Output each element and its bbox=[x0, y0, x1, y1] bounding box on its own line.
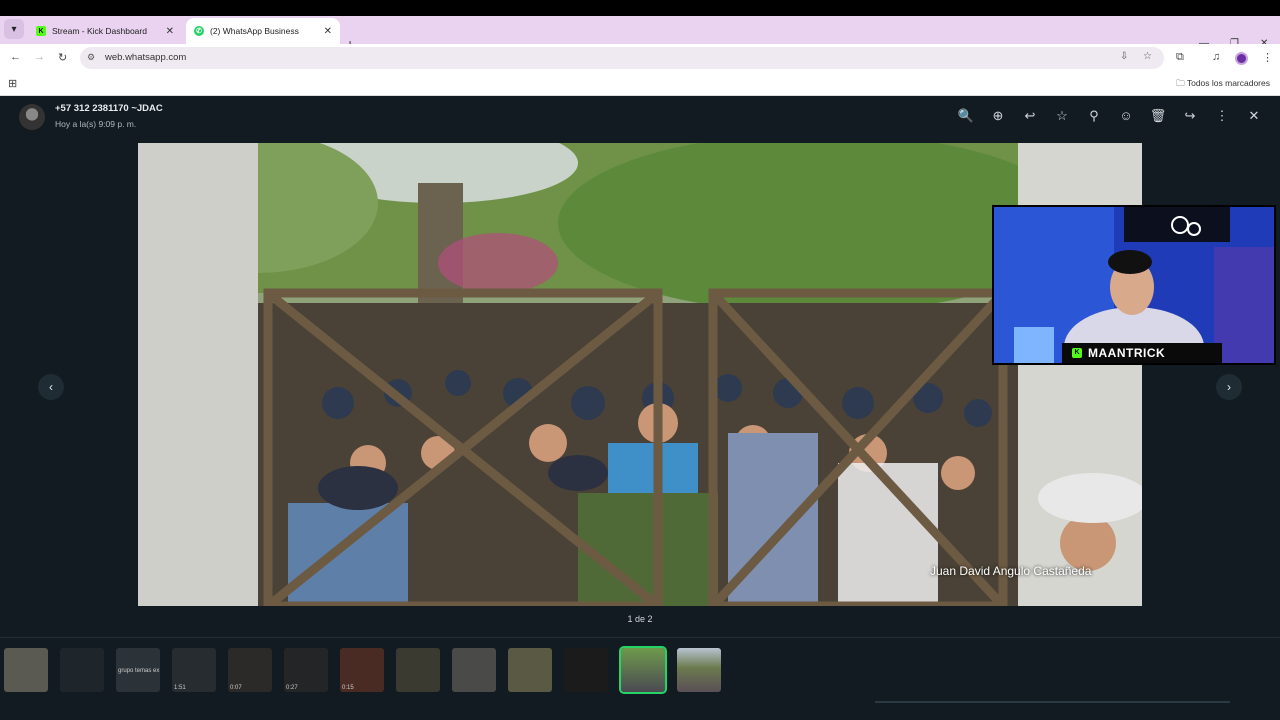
thumbnail[interactable]: 0:27 bbox=[284, 648, 328, 692]
webcam-streamer-name: MAANTRICK bbox=[1088, 346, 1166, 360]
sender-name[interactable]: +57 312 2381170 ~JDAC bbox=[55, 103, 163, 114]
pin-icon[interactable]: ⚲ bbox=[1085, 108, 1103, 124]
profile-avatar[interactable] bbox=[1235, 52, 1248, 65]
tab-title: (2) WhatsApp Business bbox=[210, 26, 299, 36]
webcam-overlay: K MAANTRICK bbox=[992, 205, 1276, 365]
url-text[interactable]: web.whatsapp.com bbox=[105, 52, 186, 63]
thumbnail[interactable] bbox=[396, 648, 440, 692]
tab-kick-dashboard[interactable]: K Stream - Kick Dashboard ✕ bbox=[28, 18, 182, 44]
more-options-icon[interactable]: ⋮ bbox=[1213, 108, 1231, 124]
close-tab-icon[interactable]: ✕ bbox=[324, 26, 332, 37]
kick-icon: K bbox=[36, 26, 46, 36]
whatsapp-icon: ✆ bbox=[194, 26, 204, 36]
address-bar-row: ← → ↻ ⚙ web.whatsapp.com ⇩ ☆ ⧉ ♫ ⋮ bbox=[0, 44, 1280, 72]
thumbnail-strip: grupo temas ex 1:51 0:07 0:27 0:15 bbox=[0, 637, 1280, 720]
forward-message-icon[interactable]: ↪ bbox=[1181, 108, 1199, 124]
all-bookmarks-label: Todos los marcadores bbox=[1186, 78, 1270, 88]
photo-watermark: Juan David Angulo Castañeda bbox=[930, 564, 1092, 578]
extensions-icon[interactable]: ⧉ bbox=[1176, 51, 1184, 64]
back-icon[interactable]: ← bbox=[10, 51, 21, 63]
thumbnail[interactable]: 0:15 bbox=[340, 648, 384, 692]
next-media-button[interactable]: › bbox=[1216, 374, 1242, 400]
thumbnail-selected[interactable] bbox=[619, 646, 667, 694]
emoji-react-icon[interactable]: ☺ bbox=[1117, 108, 1135, 123]
webcam-streamer-feed bbox=[994, 207, 1274, 363]
bookmark-star-icon[interactable]: ☆ bbox=[1143, 51, 1152, 62]
install-app-icon[interactable]: ⇩ bbox=[1120, 51, 1128, 62]
reply-icon[interactable]: ↩ bbox=[1021, 108, 1039, 124]
previous-media-button[interactable]: ‹ bbox=[38, 374, 64, 400]
site-info-icon[interactable]: ⚙ bbox=[87, 52, 95, 63]
thumbnail[interactable] bbox=[677, 648, 721, 692]
forward-icon[interactable]: → bbox=[34, 51, 45, 63]
thumbnail[interactable] bbox=[60, 648, 104, 692]
browser-menu-icon[interactable]: ⋮ bbox=[1262, 51, 1273, 64]
message-timestamp: Hoy a la(s) 9:09 p. m. bbox=[55, 119, 137, 129]
browser-tabstrip: ▾ K Stream - Kick Dashboard ✕ ✆ (2) What… bbox=[0, 16, 1280, 52]
tab-whatsapp[interactable]: ✆ (2) WhatsApp Business ✕ bbox=[186, 18, 340, 44]
zoom-in-icon[interactable]: ⊕ bbox=[989, 108, 1007, 124]
thumbnail[interactable] bbox=[452, 648, 496, 692]
media-counter: 1 de 2 bbox=[627, 614, 653, 624]
all-bookmarks-button[interactable]: 🗀 Todos los marcadores bbox=[1176, 78, 1270, 92]
apps-grid-icon[interactable]: ⊞ bbox=[8, 77, 17, 90]
screen-top-bar bbox=[0, 0, 1280, 16]
thumbnail[interactable]: 1:51 bbox=[172, 648, 216, 692]
kick-icon: K bbox=[1072, 348, 1082, 358]
thumbnail[interactable]: 0:07 bbox=[228, 648, 272, 692]
bookmarks-bar: ⊞ 🗀 Todos los marcadores bbox=[0, 72, 1280, 96]
close-tab-icon[interactable]: ✕ bbox=[166, 26, 174, 37]
thumbnail[interactable] bbox=[564, 648, 608, 692]
tab-search-button[interactable]: ▾ bbox=[4, 19, 24, 39]
omnibox[interactable]: ⚙ web.whatsapp.com ⇩ ☆ bbox=[80, 47, 1164, 69]
avatar[interactable] bbox=[19, 104, 45, 130]
thumbnail[interactable] bbox=[508, 648, 552, 692]
close-viewer-icon[interactable]: ✕ bbox=[1245, 108, 1263, 124]
tab-title: Stream - Kick Dashboard bbox=[52, 26, 147, 36]
media-viewer: +57 312 2381170 ~JDAC Hoy a la(s) 9:09 p… bbox=[0, 96, 1280, 720]
thumbnail[interactable] bbox=[4, 648, 48, 692]
delete-icon[interactable]: 🗑 bbox=[1149, 108, 1167, 124]
media-control-icon[interactable]: ♫ bbox=[1212, 51, 1220, 63]
reload-icon[interactable]: ↻ bbox=[58, 51, 67, 64]
thumbnail[interactable]: grupo temas ex bbox=[116, 648, 160, 692]
zoom-out-icon[interactable]: 🔍 bbox=[957, 108, 975, 124]
thumbnail-scrollbar[interactable] bbox=[875, 701, 1230, 703]
star-icon[interactable]: ☆ bbox=[1053, 108, 1071, 124]
